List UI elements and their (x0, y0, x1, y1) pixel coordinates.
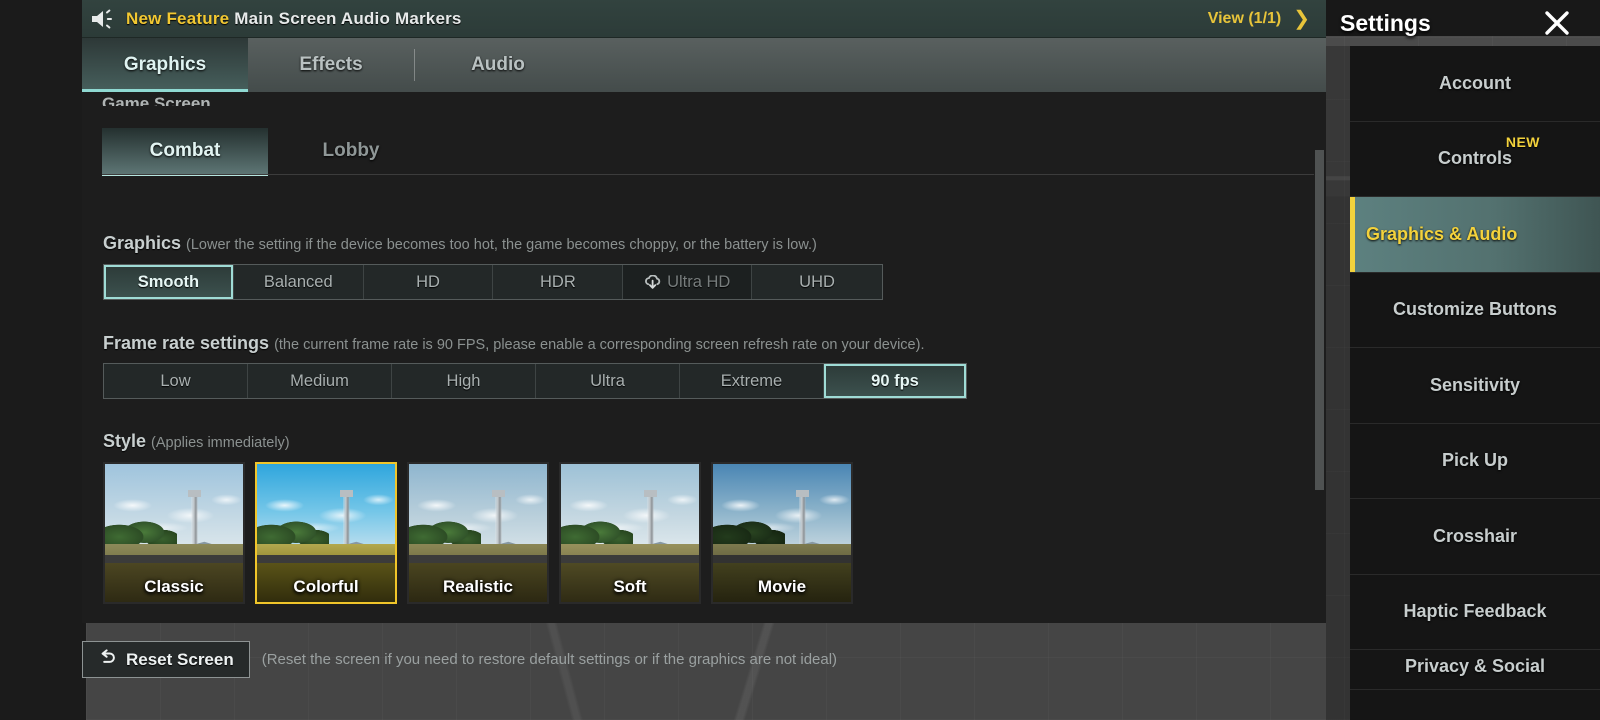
reset-screen-note: (Reset the screen if you need to restore… (261, 651, 838, 668)
sidebar-item-crosshair[interactable]: Crosshair (1350, 499, 1600, 575)
style-card-movie[interactable]: Movie (711, 462, 853, 604)
graphics-option-uhd[interactable]: UHD (752, 265, 882, 299)
banner-view-button[interactable]: View (1/1) (1208, 10, 1282, 28)
sidebar-item-graphics-audio[interactable]: Graphics & Audio (1350, 197, 1600, 273)
reset-screen-row: Reset Screen (Reset the screen if you ne… (82, 641, 837, 678)
sidebar-item-label: Pick Up (1441, 450, 1509, 471)
style-label-classic: Classic (144, 577, 204, 596)
style-hint: (Applies immediately) (151, 435, 290, 451)
style-section-header: Style (Applies immediately) (103, 431, 290, 452)
graphics-quality-optionbar: Smooth Balanced HD HDR Ultra HD UHD (103, 264, 883, 300)
banner-new-feature-label: New Feature (126, 8, 230, 28)
settings-header: Settings (1326, 0, 1600, 46)
subtab-lobby[interactable]: Lobby (268, 128, 434, 174)
graphics-option-balanced[interactable]: Balanced (234, 265, 364, 299)
sidebar-item-label: Controls (1438, 148, 1512, 169)
reset-screen-button[interactable]: Reset Screen (82, 641, 250, 678)
subtab-combat[interactable]: Combat (102, 128, 268, 176)
sidebar-item-customize-buttons[interactable]: Customize Buttons (1350, 273, 1600, 348)
chevron-right-icon[interactable]: ❯ (1293, 9, 1310, 29)
cloud-download-icon (644, 274, 661, 290)
graphics-section-header: Graphics (Lower the setting if the device… (103, 233, 817, 254)
style-card-classic[interactable]: Classic (103, 462, 245, 604)
framerate-section-header: Frame rate settings (the current frame ra… (103, 333, 924, 354)
framerate-option-medium[interactable]: Medium (248, 364, 392, 398)
framerate-hint: (the current frame rate is 90 FPS, pleas… (274, 337, 925, 353)
framerate-heading: Frame rate settings (103, 333, 270, 353)
speaker-icon (90, 9, 116, 29)
banner-text: New Feature Main Screen Audio Markers (126, 9, 462, 29)
close-icon[interactable] (1542, 8, 1572, 38)
banner-title: Main Screen Audio Markers (234, 8, 462, 28)
tab-effects[interactable]: Effects (248, 38, 414, 92)
style-heading: Style (103, 431, 147, 451)
sidebar-item-account[interactable]: Account (1350, 46, 1600, 122)
style-label-soft: Soft (613, 577, 647, 596)
status-badge: NEW (1505, 133, 1540, 150)
graphics-option-smooth[interactable]: Smooth (104, 265, 234, 299)
graphics-hint: (Lower the setting if the device becomes… (186, 237, 817, 253)
style-label-movie: Movie (757, 577, 807, 596)
announcement-banner[interactable]: New Feature Main Screen Audio Markers Vi… (82, 0, 1326, 38)
reset-screen-label: Reset Screen (126, 649, 234, 669)
tab-audio[interactable]: Audio (415, 38, 581, 92)
sidebar-item-haptic-feedback[interactable]: Haptic Feedback (1350, 575, 1600, 650)
top-tab-strip: Graphics Effects Audio (82, 38, 1326, 92)
clipped-section-header: Game Screen (102, 94, 211, 106)
sidebar-item-label: Account (1439, 72, 1511, 93)
sidebar-item-controls[interactable]: NEW Controls (1350, 122, 1600, 197)
framerate-option-ultra[interactable]: Ultra (536, 364, 680, 398)
settings-sidebar: Account NEW Controls Graphics & Audio Cu… (1350, 46, 1600, 720)
sidebar-scroll-thumb[interactable] (1315, 150, 1324, 490)
style-label-realistic: Realistic (443, 577, 513, 596)
sidebar-item-label: Crosshair (1432, 525, 1518, 546)
sidebar-item-privacy-social[interactable]: Privacy & Social (1350, 650, 1600, 690)
graphics-option-ultra-hd-label: Ultra HD (667, 272, 731, 291)
sidebar-item-label: Privacy & Social (1404, 656, 1546, 676)
sidebar-scroll-track[interactable] (1326, 46, 1350, 720)
framerate-option-low[interactable]: Low (104, 364, 248, 398)
sidebar-item-sensitivity[interactable]: Sensitivity (1350, 348, 1600, 424)
tab-graphics[interactable]: Graphics (82, 38, 248, 92)
sidebar-item-label: Haptic Feedback (1403, 601, 1547, 622)
framerate-option-extreme[interactable]: Extreme (680, 364, 824, 398)
graphics-option-hdr[interactable]: HDR (493, 265, 624, 299)
style-card-soft[interactable]: Soft (559, 462, 701, 604)
framerate-option-90fps[interactable]: 90 fps (824, 364, 966, 398)
graphics-option-ultra-hd[interactable]: Ultra HD (623, 265, 753, 299)
style-card-colorful[interactable]: Colorful (255, 462, 397, 604)
style-card-realistic[interactable]: Realistic (407, 462, 549, 604)
framerate-option-high[interactable]: High (392, 364, 536, 398)
framerate-optionbar: Low Medium High Ultra Extreme 90 fps (103, 363, 967, 399)
style-label-colorful: Colorful (293, 577, 359, 596)
sidebar-item-label: Graphics & Audio (1366, 223, 1518, 244)
page-title: Settings (1340, 9, 1431, 36)
sidebar-item-pick-up[interactable]: Pick Up (1350, 424, 1600, 499)
sidebar-item-label: Sensitivity (1429, 374, 1521, 395)
subtab-underline-rule (102, 174, 1314, 175)
undo-arrow-icon (98, 648, 117, 671)
sidebar-item-label: Customize Buttons (1393, 299, 1557, 320)
graphics-option-hd[interactable]: HD (364, 265, 494, 299)
combat-lobby-subtabs: Combat Lobby (102, 128, 1314, 176)
style-thumbnail-row: Classic Colorful Realistic Soft Movie (103, 462, 853, 604)
graphics-heading: Graphics (103, 233, 182, 253)
background-left-gutter (0, 0, 86, 720)
